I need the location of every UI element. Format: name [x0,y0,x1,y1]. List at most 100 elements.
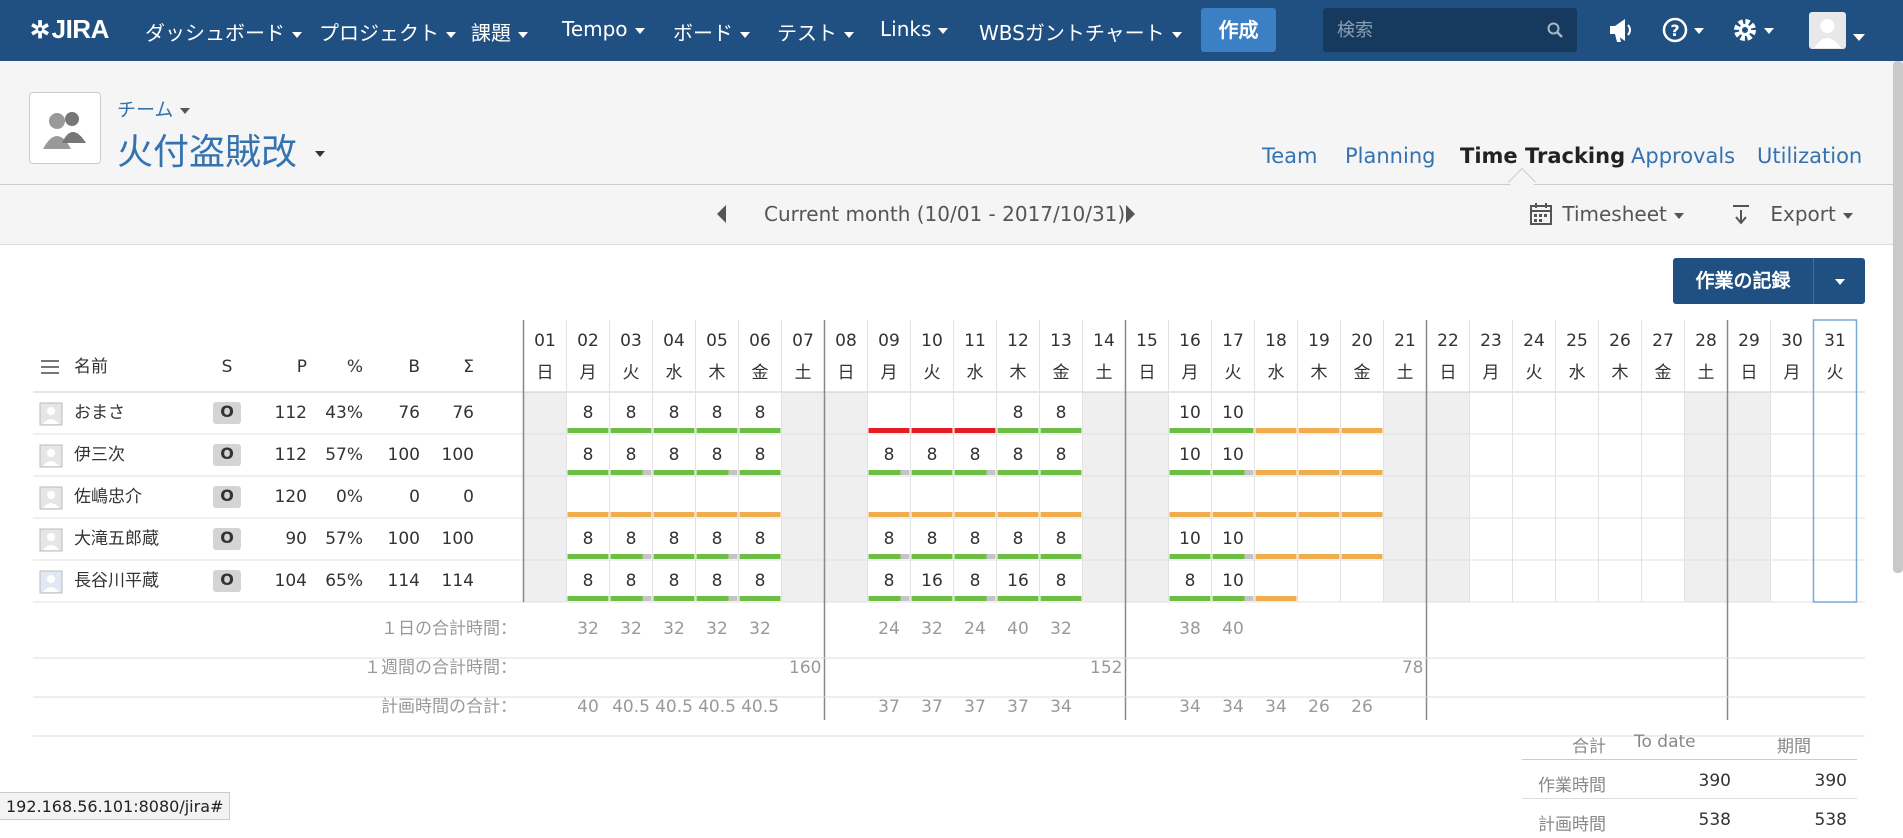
weekday-label: 日 [1139,363,1156,383]
member-percent: 65% [325,571,363,591]
hours-cell: 8 [1056,445,1067,465]
daily-total-value: 32 [921,619,943,639]
member-percent: 43% [325,403,363,423]
day-number: 12 [1007,331,1029,351]
hours-cell: 10 [1179,445,1201,465]
hours-cell: 8 [626,445,637,465]
hours-status-bar [696,596,729,601]
hours-status-bar [1040,470,1082,475]
planned-total-value: 26 [1308,697,1330,717]
planned-total-value: 26 [1351,697,1373,717]
hours-status-bar [1341,470,1383,475]
day-number: 11 [964,331,986,351]
summary-row-period: 390 [1814,771,1847,791]
weekday-label: 木 [709,363,726,383]
hours-cell: 8 [583,403,594,423]
day-number: 25 [1566,331,1588,351]
planned-total-value: 34 [1265,697,1287,717]
hours-status-bar [954,554,987,559]
hours-cell: 8 [626,529,637,549]
member-sigma: 0 [463,487,474,507]
hours-status-bar [567,428,609,433]
status-badge-label: O [220,528,234,547]
status-bar-url: 192.168.56.101:8080/jira# [0,792,231,820]
timesheet-grid: 名前 S P% B Σ01日02月03火04水05木06金07土08日09月10火11水… [33,319,1865,737]
hours-cell: 8 [927,529,938,549]
hours-cell: 8 [712,571,723,591]
hours-status-bar [954,596,987,601]
hours-status-bar [567,554,609,559]
summary-row-period: 538 [1814,810,1847,830]
member-avatar-head [47,407,55,415]
hours-status-bar [739,470,781,475]
hours-status-bar [1255,554,1297,559]
day-number: 26 [1609,331,1631,351]
summary-row-label: 計画時間 [1538,815,1606,835]
drag-handle-icon[interactable] [41,360,59,374]
hours-status-bar [1212,512,1254,517]
planned-total-value: 40.5 [612,697,650,717]
column-header-sigma: Σ [463,357,474,377]
page-scrollbar[interactable] [1893,61,1903,573]
hours-cell: 8 [970,445,981,465]
summary-header-to-date: To date [1634,732,1696,752]
hours-status-bar [739,512,781,517]
member-name: おまさ [74,403,125,423]
hours-cell: 8 [712,403,723,423]
day-number: 13 [1050,331,1072,351]
weekend-shade [1383,392,1427,602]
hours-cell: 10 [1179,403,1201,423]
planned-total-value: 40 [577,697,599,717]
weekday-label: 金 [1053,363,1070,383]
hours-status-bar [1040,428,1082,433]
hours-status-bar [696,428,738,433]
column-header-s: S [222,357,233,377]
day-number: 04 [663,331,685,351]
daily-total-value: 24 [878,619,900,639]
weekday-label: 土 [1096,363,1113,383]
weekday-label: 日 [838,363,855,383]
member-avatar-head [47,449,55,457]
weekday-label: 水 [666,363,683,383]
day-number: 29 [1738,331,1760,351]
hours-status-bar [997,554,1039,559]
day-number: 18 [1265,331,1287,351]
hours-cell: 8 [755,571,766,591]
column-header-name: 名前 [74,357,108,377]
weekday-label: 水 [967,363,984,383]
summary-row: 計画時間 538 538 [1522,800,1857,838]
hours-cell: 8 [669,529,680,549]
column-header-b: B [408,357,420,377]
day-number: 05 [706,331,728,351]
member-b: 76 [398,403,420,423]
weekend-shade [1426,392,1470,602]
hours-cell: 8 [755,445,766,465]
daily-total-value: 32 [706,619,728,639]
hours-cell: 8 [884,529,895,549]
day-number: 27 [1652,331,1674,351]
hours-cell: 8 [669,571,680,591]
hours-cell: 8 [626,571,637,591]
hours-cell: 8 [884,445,895,465]
hours-status-bar [696,512,738,517]
hours-cell: 16 [1007,571,1029,591]
hours-status-bar [868,512,910,517]
weekday-label: 火 [924,363,941,383]
weekend-shade [824,392,868,602]
daily-total-label: １日の合計時間： [381,619,517,639]
hours-status-bar [1212,428,1254,433]
day-number: 28 [1695,331,1717,351]
planned-total-value: 37 [878,697,900,717]
weekend-shade [1727,392,1771,602]
hours-cell: 8 [1185,571,1196,591]
day-number: 10 [921,331,943,351]
weekday-label: 月 [881,363,898,383]
hours-cell: 8 [755,529,766,549]
member-p: 120 [275,487,307,507]
weekday-label: 水 [1569,363,1586,383]
summary-row-label: 作業時間 [1538,776,1606,796]
weekday-label: 金 [752,363,769,383]
hours-status-bar [911,554,953,559]
hours-status-bar [868,470,901,475]
weekday-label: 金 [1655,363,1672,383]
